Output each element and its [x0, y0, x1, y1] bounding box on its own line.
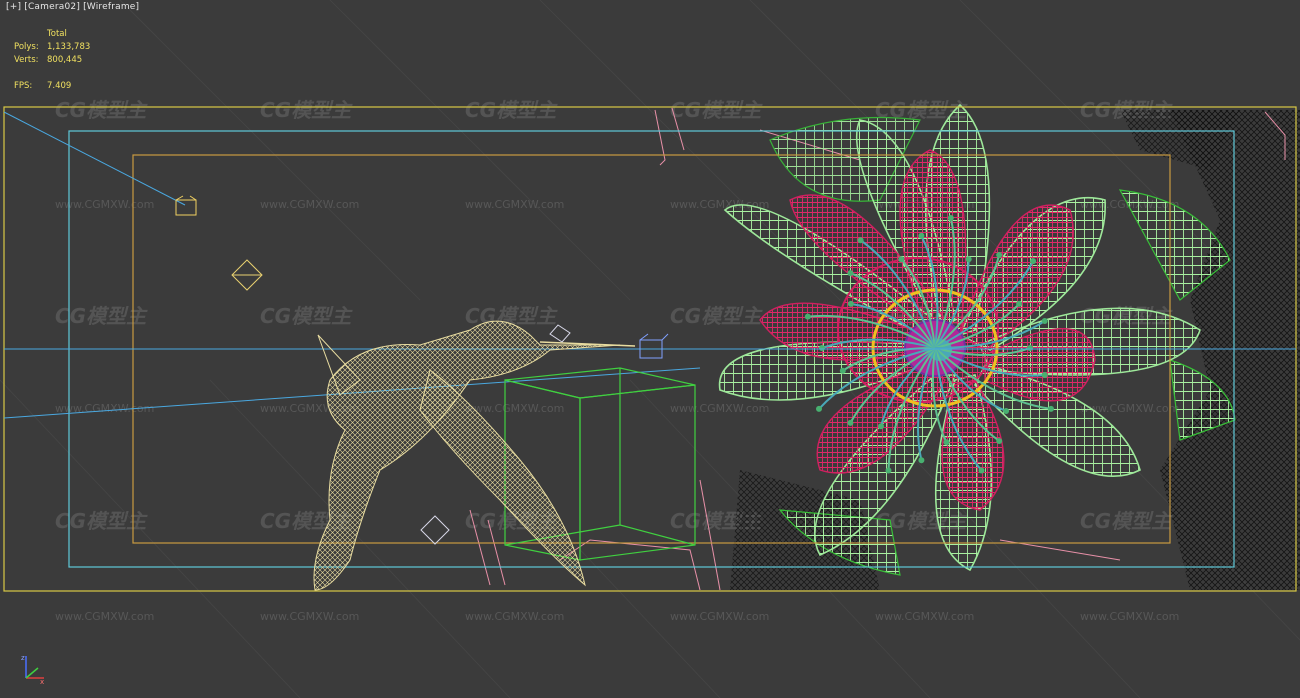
- watermark-logo: CG模型主: [55, 98, 148, 122]
- stamen-tip: [1027, 345, 1033, 351]
- stamen-tip: [1030, 258, 1037, 265]
- stamen-tip: [1048, 405, 1054, 412]
- watermark-logo: CG模型主: [260, 304, 353, 328]
- light-gizmo-lower: [420, 515, 450, 545]
- camera-target-gizmo: [175, 195, 197, 216]
- stamen-tip: [1003, 408, 1010, 414]
- camera-view-button[interactable]: [Camera02]: [24, 2, 80, 12]
- watermark-url: www.CGMXW.com: [465, 402, 564, 415]
- stamen-tip: [1041, 372, 1048, 378]
- stamen-tip: [847, 300, 854, 307]
- watermark-url: www.CGMXW.com: [260, 198, 359, 211]
- stats-verts-value: 800,445: [47, 55, 83, 65]
- stamen-tip: [1016, 300, 1023, 307]
- watermark-logo: CG模型主: [670, 304, 763, 328]
- scene-canvas[interactable]: CG模型主 CG模型主 CG模型主 CG模型主 CG模型主CG模型主 CG模型主 CG模型主…: [0, 0, 1300, 698]
- stamen-tip: [839, 367, 846, 374]
- viewport-menu-button[interactable]: [+]: [6, 2, 21, 12]
- watermark-url: www.CGMXW.com: [670, 402, 769, 415]
- viewport-label[interactable]: [+] [Camera02] [Wireframe]: [6, 2, 139, 12]
- stamen-tip: [996, 438, 1003, 444]
- hummingbird-mesh[interactable]: [313, 320, 636, 591]
- stamen-tip: [857, 237, 864, 244]
- stamen-tip: [918, 232, 925, 239]
- watermark-url: www.CGMXW.com: [55, 610, 154, 623]
- watermark-logo: CG模型主: [465, 98, 558, 122]
- stamen-tip: [847, 270, 854, 277]
- omni-light-gizmo: [231, 259, 263, 291]
- stamen-tip: [947, 215, 954, 221]
- stamen-tip: [978, 467, 985, 474]
- stamen-tip: [943, 439, 950, 446]
- shading-mode-button[interactable]: [Wireframe]: [83, 2, 139, 12]
- stamen-tip: [804, 313, 811, 320]
- watermark-url: www.CGMXW.com: [260, 610, 359, 623]
- watermark-logo: CG模型主: [260, 98, 353, 122]
- axis-tripod: z x: [21, 654, 44, 686]
- stamen-tip: [898, 256, 905, 263]
- stamen-tip: [885, 467, 892, 474]
- stamen-tip: [878, 423, 884, 430]
- blue-cube-gizmo: [639, 333, 669, 359]
- stats-fps-label: FPS:: [14, 81, 33, 91]
- viewport-wireframe[interactable]: CG模型主 CG模型主 CG模型主 CG模型主 CG模型主 CG模型主 CG模型主 CG模型主…: [0, 0, 1300, 698]
- stamen-tip: [918, 457, 925, 464]
- watermark-url: www.CGMXW.com: [465, 610, 564, 623]
- stats-polys-label: Polys:: [14, 42, 39, 52]
- stats-fps-value: 7.409: [47, 81, 72, 91]
- watermark-logo: CG模型主: [1080, 509, 1173, 533]
- watermark-url: www.CGMXW.com: [670, 610, 769, 623]
- stamen-tip: [965, 256, 972, 263]
- watermark-url: www.CGMXW.com: [875, 610, 974, 623]
- watermark-url: www.CGMXW.com: [55, 198, 154, 211]
- stamen-tip: [819, 345, 825, 351]
- stamen-tip: [816, 405, 822, 412]
- svg-text:z: z: [21, 654, 25, 662]
- stats-polys-value: 1,133,783: [47, 42, 91, 52]
- watermark-logo: CG模型主: [670, 98, 763, 122]
- watermark-url: www.CGMXW.com: [1080, 610, 1179, 623]
- stamen-tip: [847, 419, 854, 426]
- svg-text:x: x: [40, 678, 44, 686]
- stats-total-label: Total: [47, 29, 67, 39]
- stamen-tip: [996, 252, 1003, 258]
- stamen-tip: [1041, 318, 1048, 324]
- stats-verts-label: Verts:: [14, 55, 39, 65]
- watermark-url: www.CGMXW.com: [465, 198, 564, 211]
